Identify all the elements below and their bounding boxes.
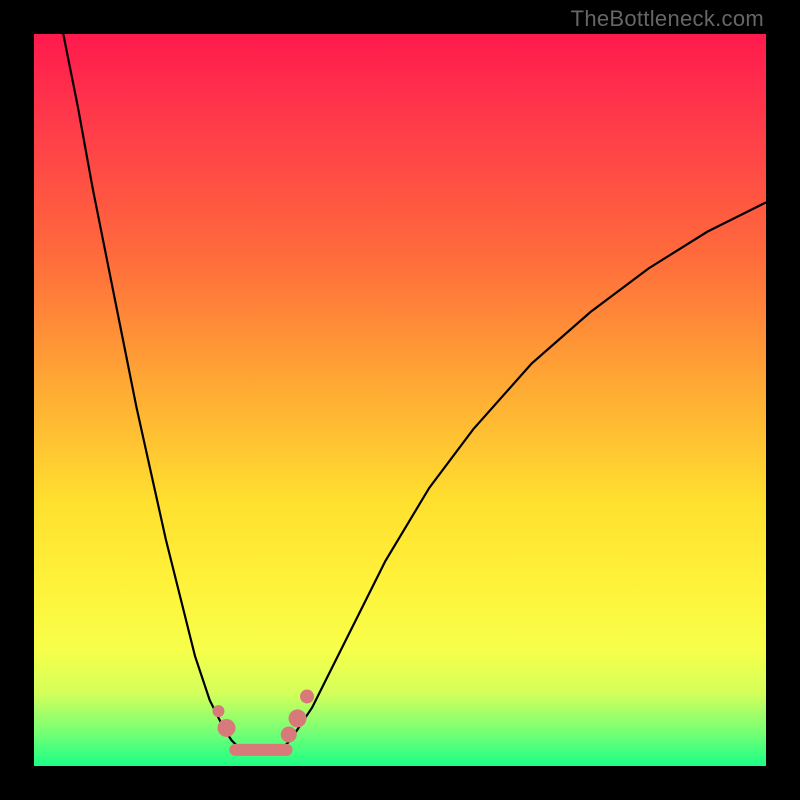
- plot-area: [34, 34, 766, 766]
- marker-dot: [281, 727, 297, 743]
- marker-dot: [289, 709, 307, 727]
- watermark-text: TheBottleneck.com: [571, 6, 764, 32]
- series-left-branch: [63, 34, 239, 748]
- marker-dot: [218, 719, 236, 737]
- curves-svg: [34, 34, 766, 766]
- series-right-branch: [283, 202, 766, 747]
- marker-dot: [212, 705, 224, 717]
- chart-frame: TheBottleneck.com: [0, 0, 800, 800]
- marker-dot: [300, 689, 314, 703]
